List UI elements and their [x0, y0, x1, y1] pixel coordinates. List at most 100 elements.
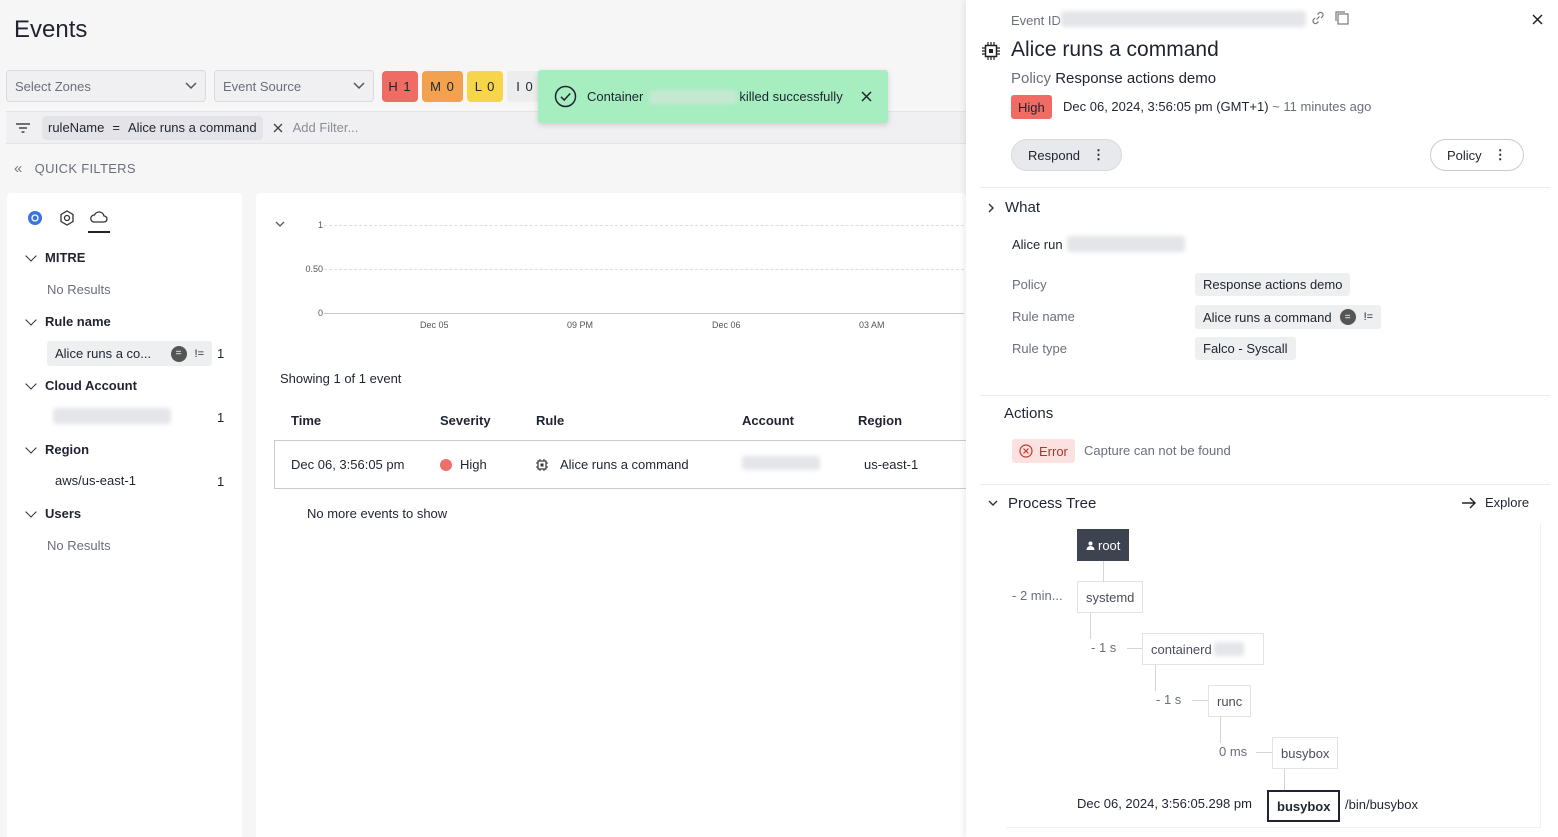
what-summary: Alice run	[1012, 236, 1185, 252]
y-tick-label: 0	[317, 308, 323, 318]
event-source-select[interactable]: Event Source	[214, 70, 374, 102]
section-region-title: Region	[45, 442, 90, 457]
col-account[interactable]: Account	[742, 413, 858, 428]
cloud-account-count: 1	[217, 410, 225, 425]
section-users[interactable]: Users	[25, 505, 81, 521]
gridline	[324, 269, 964, 270]
chevron-down-icon	[25, 441, 37, 454]
tree-connector	[1103, 561, 1104, 581]
tree-connector	[1220, 717, 1221, 743]
tree-node-busybox[interactable]: busybox	[1272, 737, 1339, 769]
section-cloud-account[interactable]: Cloud Account	[25, 377, 137, 393]
rule-name-count: 1	[217, 346, 225, 361]
respond-button[interactable]: Respond ⋮	[1011, 139, 1123, 171]
section-rule-name[interactable]: Rule name	[25, 313, 111, 329]
severity-chip-high[interactable]: H 1	[382, 71, 418, 102]
filter-key: ruleName	[48, 120, 105, 135]
event-source-label: Event Source	[223, 78, 302, 94]
close-icon[interactable]	[1532, 14, 1543, 25]
col-severity[interactable]: Severity	[440, 413, 536, 428]
tree-node-runc[interactable]: runc	[1208, 685, 1252, 717]
chevron-down-icon	[185, 82, 197, 90]
more-vertical-icon: ⋮	[1092, 147, 1106, 162]
section-mitre[interactable]: MITRE	[25, 249, 85, 265]
table-header: Time Severity Rule Account Region	[274, 405, 966, 435]
cloud-account-redacted[interactable]	[53, 408, 171, 424]
tree-node-systemd[interactable]: systemd	[1077, 581, 1144, 613]
what-summary-redacted	[1066, 236, 1185, 252]
close-icon[interactable]	[861, 91, 872, 102]
explore-button[interactable]: Explore	[1462, 495, 1529, 510]
zones-select[interactable]: Select Zones	[6, 70, 206, 102]
tree-node-root[interactable]: root	[1077, 529, 1130, 561]
process-tree-canvas: root - 2 min... systemd - 1 s containerd…	[1006, 523, 1541, 828]
what-summary-text: Alice run	[1012, 236, 1063, 252]
chip-icon	[536, 458, 548, 471]
field-value-rule-type-text: Falco - Syscall	[1203, 341, 1288, 356]
filter-icon[interactable]	[16, 122, 30, 133]
divider	[980, 484, 1550, 485]
respond-label: Respond	[1028, 147, 1081, 163]
policy-name[interactable]: Response actions demo	[1055, 70, 1216, 87]
close-icon[interactable]	[273, 123, 283, 133]
col-time[interactable]: Time	[274, 413, 440, 428]
link-icon[interactable]	[1310, 10, 1326, 26]
x-tick-label: Dec 06	[712, 320, 741, 330]
equals-button[interactable]: =	[1339, 309, 1356, 325]
page-title: Events	[14, 16, 88, 43]
events-panel: 1 0.50 0 Dec 05 09 PM Dec 06 03 AM Showi…	[256, 193, 968, 837]
policy-button[interactable]: Policy ⋮	[1430, 139, 1524, 171]
not-equals-button[interactable]: !=	[1364, 311, 1373, 323]
section-region[interactable]: Region	[25, 441, 90, 457]
actions-message: Capture can not be found	[1084, 443, 1231, 458]
collapse-icon[interactable]: «	[14, 160, 23, 177]
tree-delta: - 1 s	[1091, 640, 1117, 655]
event-detail-drawer: Event ID Alice runs a command Policy Res…	[966, 0, 1558, 837]
event-time-line: Dec 06, 2024, 3:56:05 pm (GMT+1) ~ 11 mi…	[1063, 99, 1371, 114]
containerd-redacted	[1213, 642, 1244, 656]
tree-connector	[1284, 769, 1285, 791]
add-filter-input[interactable]: Add Filter...	[293, 120, 359, 135]
severity-chip-medium[interactable]: M 0	[422, 71, 463, 102]
no-more-events: No more events to show	[307, 506, 448, 521]
not-equals-button[interactable]: !=	[195, 348, 204, 360]
chevron-down-icon	[25, 313, 37, 326]
region-item[interactable]: aws/us-east-1	[55, 473, 136, 488]
row-rule-label: Alice runs a command	[560, 457, 689, 472]
chevron-down-icon	[353, 82, 365, 90]
mitre-empty: No Results	[47, 282, 111, 297]
gridline	[324, 313, 964, 314]
process-tree-header[interactable]: Process Tree	[988, 495, 1096, 512]
chevron-down-icon	[25, 249, 37, 262]
equals-button[interactable]: =	[170, 345, 187, 362]
users-empty: No Results	[47, 538, 111, 553]
field-value-policy[interactable]: Response actions demo	[1195, 273, 1351, 296]
section-rule-name-title: Rule name	[45, 314, 111, 329]
zones-select-label: Select Zones	[15, 78, 91, 94]
event-id-label: Event ID	[1011, 13, 1061, 28]
field-value-policy-text: Response actions demo	[1203, 277, 1343, 292]
quick-filters-title: QUICK FILTERS	[34, 161, 136, 176]
kubernetes-icon[interactable]	[27, 210, 43, 226]
host-icon[interactable]	[59, 210, 75, 226]
field-value-rule-name[interactable]: Alice runs a command = !=	[1195, 305, 1382, 329]
cloud-icon[interactable]	[90, 210, 108, 224]
col-region[interactable]: Region	[858, 413, 902, 428]
tree-connector	[1155, 665, 1156, 691]
event-title: Alice runs a command	[1011, 38, 1219, 61]
severity-chip-low[interactable]: L 0	[467, 71, 503, 102]
rule-name-item[interactable]: Alice runs a co... = !=	[47, 341, 212, 366]
filter-pill[interactable]: ruleName = Alice runs a command	[42, 115, 263, 140]
tree-node-containerd[interactable]: containerd	[1142, 633, 1264, 665]
error-circle-icon	[1019, 444, 1033, 458]
process-tree-title: Process Tree	[1008, 495, 1097, 512]
table-row[interactable]: Dec 06, 3:56:05 pm High Alice runs a com…	[274, 440, 968, 489]
what-section-header[interactable]: What	[988, 199, 1040, 216]
container-redacted	[649, 89, 738, 104]
error-label: Error	[1039, 443, 1068, 459]
tree-delta: - 2 min...	[1012, 588, 1063, 603]
tree-node-busybox-selected[interactable]: busybox	[1267, 790, 1341, 822]
copy-icon[interactable]	[1334, 10, 1350, 26]
col-rule[interactable]: Rule	[536, 413, 742, 428]
field-value-rule-type[interactable]: Falco - Syscall	[1195, 337, 1296, 360]
